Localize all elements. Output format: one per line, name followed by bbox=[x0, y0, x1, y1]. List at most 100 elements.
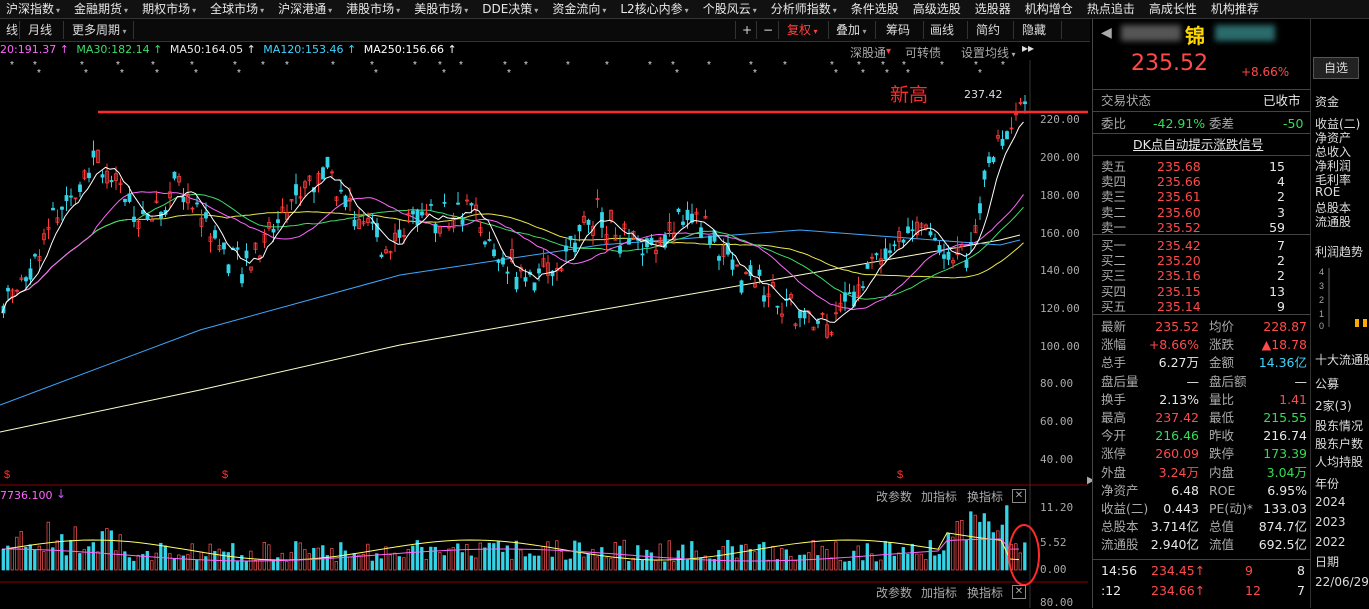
menu-item[interactable]: 资金流向 ▾ bbox=[546, 0, 614, 18]
prev-stock-icon[interactable]: ◀ bbox=[1101, 25, 1112, 41]
volume-bar bbox=[429, 546, 433, 571]
volume-bar bbox=[267, 544, 271, 571]
change-param-link-2[interactable]: 改参数 bbox=[876, 584, 912, 601]
holder-info[interactable]: 股东情况 bbox=[1315, 417, 1363, 434]
dk-signal-row[interactable]: DK点自动提示涨跌信号 bbox=[1093, 136, 1311, 153]
volume-bar bbox=[402, 557, 406, 571]
candle-body bbox=[730, 259, 735, 270]
menu-item[interactable]: 个股风云 ▾ bbox=[697, 0, 765, 18]
candle-body bbox=[1005, 131, 1009, 140]
candle-body bbox=[379, 254, 384, 258]
ma30-value: MA30:182.14 bbox=[76, 43, 150, 56]
price-axis-label: 60.00 bbox=[1040, 415, 1074, 428]
signal-star: * bbox=[861, 68, 865, 79]
ma-path bbox=[1, 121, 1024, 323]
set-ma-link[interactable]: 设置均线 ▾ bbox=[961, 44, 1016, 61]
menu-item[interactable]: 分析师指数 ▾ bbox=[765, 0, 845, 18]
menu-item-label: 金融期货 bbox=[74, 2, 123, 16]
menu-item[interactable]: 港股市场 ▾ bbox=[340, 0, 408, 18]
menu-item[interactable]: DDE决策 ▾ bbox=[476, 0, 546, 18]
menu-item[interactable]: 沪深港通 ▾ bbox=[272, 0, 340, 18]
volume-bar bbox=[744, 544, 748, 571]
candle-body bbox=[51, 207, 55, 211]
menu-item[interactable]: 热点追击 bbox=[1081, 0, 1143, 18]
candle-body bbox=[906, 226, 910, 233]
volume-bar bbox=[955, 521, 959, 571]
candlesticks bbox=[1, 94, 1027, 340]
candle-body bbox=[91, 150, 96, 158]
last-price: 235.52 bbox=[1131, 51, 1208, 76]
overlay-dropdown[interactable]: 叠加 ▾ bbox=[830, 21, 876, 39]
switch-indicator-link-2[interactable]: 换指标 bbox=[967, 584, 1003, 601]
candle-body bbox=[888, 250, 892, 253]
self-select-button[interactable]: 自选 bbox=[1313, 57, 1359, 79]
menu-item[interactable]: 沪深指数 ▾ bbox=[0, 0, 68, 18]
menu-item[interactable]: 期权市场 ▾ bbox=[136, 0, 204, 18]
period-month-tab[interactable]: 月线 bbox=[22, 21, 64, 39]
capital-tab[interactable]: 资金 bbox=[1315, 93, 1339, 110]
change-param-link[interactable]: 改参数 bbox=[876, 488, 912, 505]
period-day-tab[interactable]: 线 bbox=[0, 21, 20, 39]
volume-bar bbox=[10, 547, 14, 571]
zoom-out-button[interactable]: − bbox=[757, 21, 779, 39]
stat-label: 跌停 bbox=[1209, 446, 1235, 462]
kline-chart[interactable]: * ************* * * *** *** *** * * * *** *** ******… bbox=[0, 60, 1088, 608]
hide-button[interactable]: 隐藏 ▸▸ bbox=[1016, 21, 1062, 55]
price-axis-label: 200.00 bbox=[1040, 151, 1080, 164]
volume-bar bbox=[289, 552, 293, 571]
zoom-in-button[interactable]: + bbox=[735, 21, 757, 39]
draw-line-button[interactable]: 画线 bbox=[924, 21, 968, 39]
signal-star: * bbox=[10, 60, 14, 71]
menu-item[interactable]: 金融期货 ▾ bbox=[68, 0, 136, 18]
add-indicator-link-2[interactable]: 加指标 bbox=[921, 584, 957, 601]
menu-item[interactable]: 高级选股 bbox=[907, 0, 969, 18]
set-ma-label: 设置均线 bbox=[961, 46, 1010, 60]
more-period-dropdown[interactable]: 更多周期 ▾ bbox=[66, 21, 134, 39]
switch-indicator-link[interactable]: 换指标 bbox=[967, 488, 1003, 505]
menu-item[interactable]: 全球市场 ▾ bbox=[204, 0, 272, 18]
close-icon[interactable]: ✕ bbox=[1012, 585, 1026, 599]
volume-bar bbox=[262, 542, 266, 571]
stat-label: 总股本 bbox=[1101, 519, 1139, 535]
menu-item[interactable]: 高成长性 bbox=[1143, 0, 1205, 18]
candle-body bbox=[523, 277, 528, 282]
menu-item[interactable]: 条件选股 bbox=[845, 0, 907, 18]
menu-item[interactable]: 机构推荐 bbox=[1205, 0, 1267, 18]
candle-body bbox=[132, 216, 136, 222]
volume-bar bbox=[636, 545, 640, 571]
signal-star: * bbox=[675, 68, 679, 79]
signal-star: * bbox=[120, 68, 124, 79]
menu-item-label: 沪深港通 bbox=[278, 2, 327, 16]
menu-item[interactable]: 选股器 bbox=[969, 0, 1019, 18]
volume-bar bbox=[825, 549, 829, 571]
volume-bar bbox=[901, 547, 905, 571]
divider bbox=[1093, 133, 1311, 134]
shen-gu-tong-link[interactable]: 深股通 bbox=[850, 44, 886, 61]
volume-bar bbox=[735, 557, 739, 571]
menu-item[interactable]: 机构增仓 bbox=[1019, 0, 1081, 18]
chips-button[interactable]: 筹码 ▾ bbox=[880, 21, 924, 57]
fuquan-dropdown[interactable]: 复权 ▾ bbox=[781, 21, 829, 39]
add-indicator-link[interactable]: 加指标 bbox=[921, 488, 957, 505]
dk-signal-link[interactable]: DK点自动提示涨跌信号 bbox=[1133, 136, 1263, 153]
convertible-bond-link[interactable]: 可转债 bbox=[905, 44, 941, 61]
volume-bar bbox=[78, 553, 82, 571]
holder-count[interactable]: 股东户数 bbox=[1315, 435, 1363, 452]
close-icon[interactable]: ✕ bbox=[1012, 489, 1026, 503]
menu-item[interactable]: L2核心内参 ▾ bbox=[614, 0, 696, 18]
stat-label: 总值 bbox=[1209, 519, 1235, 535]
stat-row: 收益(二) 0.443 PE(动)* 133.03 bbox=[1093, 500, 1311, 517]
volume-bar bbox=[681, 544, 685, 571]
avg-hold[interactable]: 人均持股 bbox=[1315, 453, 1363, 470]
candle-body bbox=[532, 282, 537, 291]
menu-item[interactable]: 美股市场 ▾ bbox=[408, 0, 476, 18]
candle-body bbox=[627, 238, 631, 245]
volume-bar bbox=[573, 540, 577, 571]
volume-bar bbox=[118, 534, 122, 571]
volume-bar bbox=[856, 545, 860, 571]
stat-label: 金额 bbox=[1209, 355, 1235, 371]
tick-count: 8 bbox=[1297, 563, 1305, 578]
volume-bar bbox=[546, 541, 550, 571]
f10-panel: 自选 资金 收益(二) 净资产 总收入 净利润 毛利率 ROE 总股本 流通股 利润趋势 4 … bbox=[1310, 19, 1369, 608]
simple-mode-button[interactable]: 简约 bbox=[970, 21, 1014, 39]
